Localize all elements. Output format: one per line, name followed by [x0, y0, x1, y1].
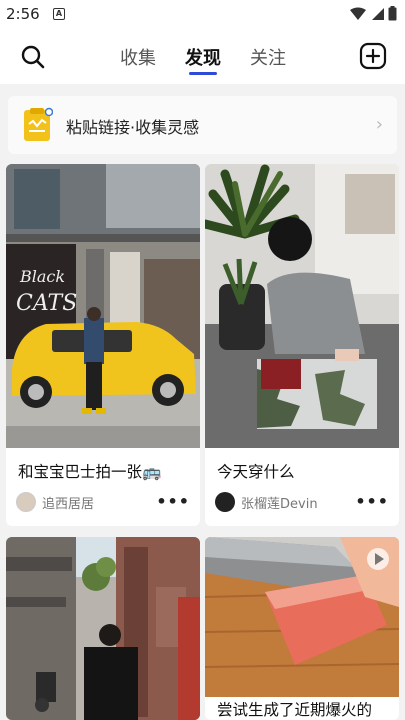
- paste-link-banner[interactable]: 粘贴链接·收集灵感 ›: [8, 96, 397, 154]
- add-button[interactable]: [359, 42, 387, 70]
- notification-icon: A: [53, 8, 65, 20]
- status-icons: [350, 6, 397, 21]
- top-nav: 收集 发现 关注: [0, 30, 405, 84]
- status-bar: 2:56 A: [0, 0, 405, 30]
- plus-square-icon: [359, 42, 387, 70]
- tab-collect[interactable]: 收集: [120, 44, 156, 70]
- post-title: 尝试生成了近期爆火的: [217, 701, 373, 719]
- tab-follow[interactable]: 关注: [250, 44, 286, 70]
- avatar: [215, 492, 235, 512]
- author-name: 张榴莲Devin: [241, 496, 318, 512]
- search-icon: [21, 45, 45, 69]
- feed-card[interactable]: [6, 537, 200, 720]
- more-options-button[interactable]: •••: [355, 492, 389, 511]
- post-image: Black CATS: [6, 164, 200, 448]
- clipboard-note-icon: [24, 107, 53, 141]
- svg-text:CATS: CATS: [16, 291, 77, 316]
- feed-card[interactable]: 今天穿什么 张榴莲Devin •••: [205, 164, 399, 526]
- post-title: 和宝宝巴士拍一张🚌: [18, 463, 162, 481]
- wifi-icon: [350, 7, 366, 20]
- search-button[interactable]: [18, 42, 48, 72]
- more-options-button[interactable]: •••: [156, 492, 190, 511]
- tab-discover[interactable]: 发现: [185, 44, 221, 70]
- author-name: 追西居居: [42, 496, 95, 512]
- post-image: [6, 537, 200, 720]
- chevron-right-icon: ›: [375, 114, 383, 135]
- feed-card[interactable]: 尝试生成了近期爆火的: [205, 537, 399, 720]
- post-author[interactable]: 追西居居: [16, 492, 94, 512]
- active-tab-indicator: [189, 72, 217, 75]
- feed-card[interactable]: Black CATS 和宝宝巴士拍一张🚌 追西居居 •••: [6, 164, 200, 526]
- post-title: 今天穿什么: [217, 463, 295, 481]
- battery-icon: [388, 6, 397, 21]
- post-image: [205, 537, 399, 697]
- svg-text:Black: Black: [19, 267, 65, 286]
- post-image: [205, 164, 399, 448]
- signal-icon: [372, 7, 384, 20]
- avatar: [16, 492, 36, 512]
- status-time: 2:56: [6, 5, 40, 23]
- post-author[interactable]: 张榴莲Devin: [215, 492, 318, 512]
- banner-text: 粘贴链接·收集灵感: [66, 118, 200, 137]
